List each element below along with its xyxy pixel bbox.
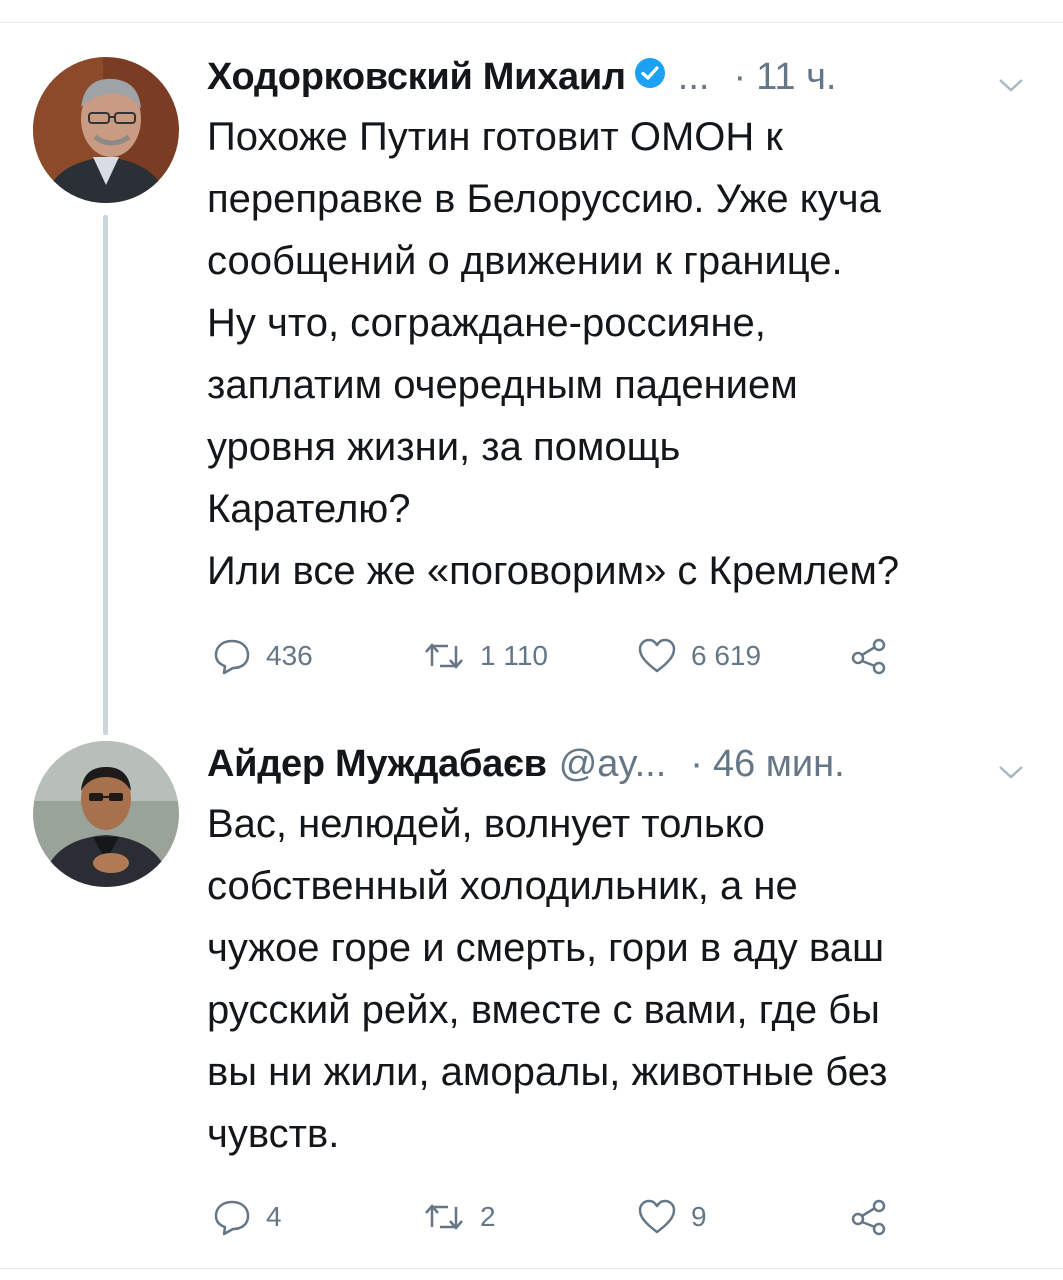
bottom-divider: [0, 1268, 1063, 1269]
text-line: Вас, нелюдей, волнует только: [207, 802, 765, 846]
avatar-muzhdabaev[interactable]: [33, 741, 179, 887]
avatar-khodorkovsky[interactable]: [33, 57, 179, 203]
top-divider: [0, 22, 1063, 23]
retweet-button[interactable]: 1 110: [422, 636, 548, 676]
text-line: Карателю?: [207, 487, 411, 531]
text-line: Или все же «поговорим» с Кремлем?: [207, 549, 900, 593]
retweet-icon: [425, 1204, 463, 1230]
tweet-header: Айдер Муждабаєв @ay... · 46 мин.: [207, 739, 1045, 789]
share-button[interactable]: [849, 1197, 889, 1237]
text-line: заплатим очередным падением: [207, 363, 798, 407]
text-line: переправке в Белоруссию. Уже куча: [207, 177, 881, 221]
reply-icon: [214, 639, 250, 675]
tweet-actions: 436 1 110 6 619: [212, 636, 912, 676]
tweet-time[interactable]: 46 мин.: [713, 743, 845, 786]
separator-dot: ·: [690, 742, 703, 785]
retweet-count: 1 110: [480, 640, 548, 671]
share-icon: [851, 638, 886, 675]
author-handle[interactable]: ...: [678, 56, 710, 99]
retweet-button[interactable]: 2: [422, 1197, 496, 1237]
like-button[interactable]: 6 619: [637, 636, 761, 676]
text-line: Похоже Путин готовит ОМОН к: [207, 115, 783, 159]
chevron-down-icon[interactable]: [997, 62, 1025, 105]
separator-dot: ·: [733, 55, 747, 98]
text-line: чужое горе и смерть, гори в аду ваш: [207, 926, 885, 970]
text-line: уровня жизни, за помощь: [207, 425, 681, 469]
text-line: собственный холодильник, а не: [207, 864, 798, 908]
tweet-header: Ходорковский Михаил ... · 11 ч.: [207, 52, 1045, 102]
text-line: сообщений о движении к границе.: [207, 239, 843, 283]
reply-button[interactable]: 4: [212, 1197, 282, 1237]
author-handle[interactable]: @ay...: [559, 743, 667, 786]
like-count: 9: [691, 1201, 707, 1232]
text-line: чувств.: [207, 1112, 340, 1156]
verified-icon: [634, 56, 666, 99]
tweet-text: Похоже Путин готовит ОМОН к переправке в…: [207, 106, 1043, 602]
tweet-time[interactable]: 11 ч.: [756, 56, 836, 99]
text-line: вы ни жили, аморалы, животные без: [207, 1050, 888, 1094]
tweet-actions: 4 2 9: [212, 1197, 912, 1237]
author-name[interactable]: Айдер Муждабаєв: [207, 743, 547, 786]
tweet-text: Вас, нелюдей, волнует только собственный…: [207, 793, 1043, 1165]
retweet-count: 2: [480, 1201, 496, 1232]
chevron-down-icon[interactable]: [997, 749, 1025, 792]
reply-button[interactable]: 436: [212, 636, 313, 676]
reply-count: 4: [266, 1201, 282, 1232]
heart-icon: [638, 638, 676, 673]
retweet-icon: [425, 643, 463, 669]
text-line: русский рейх, вместе с вами, где бы: [207, 988, 880, 1032]
reply-count: 436: [266, 640, 313, 671]
thread-connector: [103, 215, 108, 735]
reply-icon: [214, 1200, 250, 1236]
share-button[interactable]: [849, 636, 889, 676]
text-line: Ну что, сограждане-россияне,: [207, 301, 766, 345]
like-count: 6 619: [691, 640, 762, 671]
like-button[interactable]: 9: [637, 1197, 707, 1237]
share-icon: [851, 1199, 886, 1236]
heart-icon: [638, 1199, 676, 1234]
author-name[interactable]: Ходорковский Михаил: [207, 56, 626, 99]
